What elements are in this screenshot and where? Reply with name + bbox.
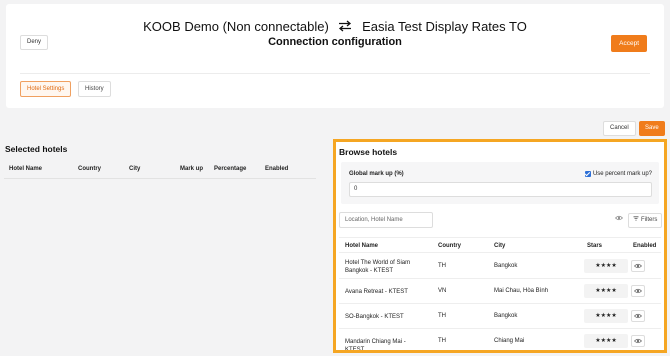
column-header: Country: [78, 166, 101, 172]
table-row: Hotel The World of Siam Bangkok - KTEST …: [339, 254, 661, 279]
star-rating: ★★★★: [584, 259, 628, 273]
global-markup-section: Global mark up (%) Use percent mark up? …: [341, 162, 659, 204]
column-header: Enabled: [633, 243, 657, 249]
save-button[interactable]: Save: [639, 121, 665, 136]
hotel-city: Chiang Mai: [494, 338, 525, 344]
table-row: Mandarin Chiang Mai - KTEST TH Chiang Ma…: [339, 329, 661, 353]
eye-icon[interactable]: [615, 215, 623, 223]
global-markup-label: Global mark up (%): [349, 171, 404, 177]
filter-icon: [633, 214, 639, 227]
use-percent-label: Use percent mark up?: [592, 171, 652, 177]
browse-hotels-title: Browse hotels: [339, 147, 398, 157]
swap-arrows-icon: [338, 20, 352, 35]
column-header: City: [129, 166, 141, 172]
column-header: Mark up: [180, 166, 204, 172]
global-markup-input[interactable]: 0: [349, 182, 652, 197]
enable-toggle-button[interactable]: [631, 285, 645, 297]
hotel-name: SO-Bangkok - KTEST: [345, 314, 404, 320]
eye-icon: [634, 338, 642, 344]
column-header: Country: [438, 243, 461, 249]
hotel-name: Hotel The World of Siam Bangkok - KTEST: [345, 260, 411, 274]
enable-toggle-button[interactable]: [631, 310, 645, 322]
use-percent-checkbox[interactable]: Use percent mark up?: [584, 171, 652, 177]
column-header: City: [494, 243, 506, 249]
hotel-name: Avana Retreat - KTEST: [345, 289, 408, 295]
filters-button[interactable]: Filters: [628, 213, 663, 228]
hotel-country: TH: [438, 313, 446, 319]
eye-icon: [634, 288, 642, 294]
checkbox-checked-icon[interactable]: [584, 171, 591, 177]
connection-title: KOOB Demo (Non connectable) Easia Test D…: [6, 19, 664, 35]
hotel-name: Mandarin Chiang Mai - KTEST: [345, 339, 406, 353]
table-row: SO-Bangkok - KTEST TH Bangkok ★★★★: [339, 304, 661, 329]
divider: [20, 73, 650, 74]
hotel-country: TH: [438, 338, 446, 344]
hotel-country: TH: [438, 263, 446, 269]
table-row: Avana Retreat - KTEST VN Mai Chau, Hòa B…: [339, 279, 661, 304]
hotel-country: VN: [438, 288, 447, 294]
star-rating: ★★★★: [584, 334, 628, 348]
hotel-city: Bangkok: [494, 313, 518, 319]
column-header: Enabled: [265, 166, 289, 172]
filters-label: Filters: [641, 217, 658, 223]
hotel-city: Mai Chau, Hòa Bình: [494, 288, 549, 294]
accept-button[interactable]: Accept: [611, 35, 647, 52]
eye-icon: [634, 313, 642, 319]
browse-hotels-panel: Browse hotels Global mark up (%) Use per…: [333, 139, 667, 353]
cancel-button[interactable]: Cancel: [603, 121, 636, 136]
page-subtitle: Connection configuration: [268, 36, 402, 48]
hotel-search-input[interactable]: Location, Hotel Name: [339, 212, 433, 228]
deny-button[interactable]: Deny: [20, 35, 49, 50]
column-header: Hotel Name: [345, 243, 379, 249]
tab-history[interactable]: History: [78, 81, 111, 97]
hotel-city: Bangkok: [494, 263, 518, 269]
selected-hotels-table-header: Hotel Name Country City Mark up Percenta…: [4, 160, 316, 179]
selected-hotels-title: Selected hotels: [5, 144, 68, 154]
enable-toggle-button[interactable]: [631, 335, 645, 347]
column-header: Stars: [587, 243, 603, 249]
connection-to: Easia Test Display Rates TO: [362, 19, 527, 34]
connection-header-card: KOOB Demo (Non connectable) Easia Test D…: [6, 4, 664, 108]
column-header: Percentage: [214, 166, 247, 172]
star-rating: ★★★★: [584, 284, 628, 298]
connection-from: KOOB Demo (Non connectable): [143, 19, 329, 34]
eye-icon: [634, 263, 642, 269]
browse-table-header: Hotel Name Country City Stars Enabled: [339, 237, 661, 253]
column-header: Hotel Name: [9, 166, 43, 172]
star-rating: ★★★★: [584, 309, 628, 323]
enable-toggle-button[interactable]: [631, 260, 645, 272]
tab-hotel-settings[interactable]: Hotel Settings: [20, 81, 72, 97]
